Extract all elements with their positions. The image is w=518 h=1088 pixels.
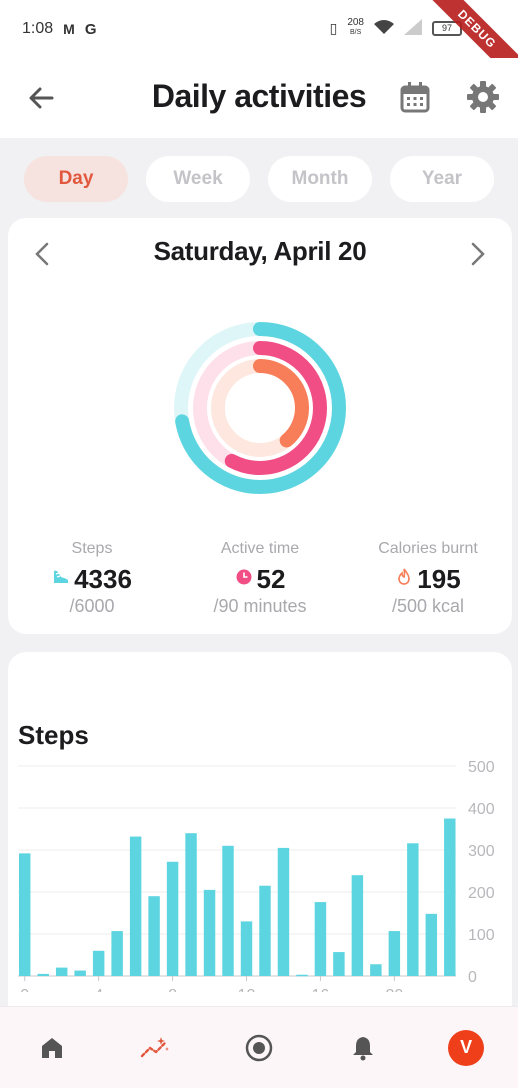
stat-active-time: Active time 52 /90 minutes: [176, 540, 344, 617]
calendar-icon[interactable]: [398, 80, 432, 114]
chevron-right-icon[interactable]: [464, 240, 490, 268]
page-title: Daily activities: [0, 78, 518, 115]
net-speed: 208 B/S: [347, 18, 364, 38]
bar[interactable]: [185, 833, 197, 976]
avatar: V: [448, 1029, 485, 1066]
selected-date: Saturday, April 20: [153, 236, 367, 266]
vibrate-icon: ▯: [329, 19, 338, 36]
bar[interactable]: [425, 913, 438, 976]
y-tick-label: 100: [468, 927, 495, 944]
y-tick-label: 0: [468, 969, 477, 986]
bar[interactable]: [240, 921, 253, 976]
stats-row: Steps 4336 /6000 Active time 52 /90 minu…: [8, 540, 512, 617]
tab-day[interactable]: Day: [24, 156, 128, 202]
bar[interactable]: [259, 885, 271, 976]
net-speed-unit: B/S: [350, 29, 362, 36]
period-tabs: Day Week Month Year: [24, 156, 494, 202]
bar[interactable]: [407, 843, 419, 976]
bottom-nav: V: [0, 1006, 518, 1088]
status-bar: 1:08 M G ▯ 208 B/S 97 DEBUG: [0, 0, 518, 90]
bar[interactable]: [129, 836, 142, 976]
status-time: 1:08: [22, 20, 54, 37]
bar[interactable]: [111, 931, 123, 976]
bar[interactable]: [277, 847, 290, 976]
x-tick-label: 12: [238, 987, 256, 992]
stat-value: 52: [256, 563, 286, 594]
bar[interactable]: [19, 853, 31, 976]
bar[interactable]: [296, 974, 308, 977]
summary-card: Saturday, April 20 Steps 4336 /6000 Acti…: [8, 218, 512, 634]
tab-year[interactable]: Year: [390, 156, 494, 202]
bar[interactable]: [444, 818, 456, 977]
stat-goal: /90 minutes: [213, 596, 307, 616]
stat-label: Calories burnt: [378, 540, 478, 557]
stat-value: 4336: [74, 563, 132, 594]
bar[interactable]: [314, 902, 327, 976]
gmail-icon: M: [63, 21, 75, 37]
x-tick-label: 8: [168, 987, 177, 992]
bar[interactable]: [55, 967, 68, 976]
bar[interactable]: [351, 875, 364, 976]
bar[interactable]: [74, 970, 86, 976]
x-tick-label: 16: [312, 987, 330, 992]
stat-label: Active time: [220, 540, 300, 557]
bar[interactable]: [222, 845, 234, 976]
bar[interactable]: [166, 861, 179, 976]
activity-icon[interactable]: [130, 1023, 180, 1073]
bar[interactable]: [203, 889, 216, 976]
shoe-icon: [52, 568, 70, 591]
page-title-text: Daily activities: [151, 78, 367, 114]
stat-value: 195: [417, 563, 461, 594]
stat-label: Steps: [71, 540, 113, 557]
bar[interactable]: [92, 950, 105, 976]
app-header: Daily activities: [0, 58, 518, 138]
tab-week[interactable]: Week: [146, 156, 250, 202]
clock-icon: [235, 568, 253, 591]
stat-goal: /6000: [69, 596, 115, 616]
profile-button[interactable]: V: [441, 1023, 491, 1073]
x-tick-label: 0: [20, 987, 29, 992]
bar[interactable]: [370, 964, 382, 976]
x-tick-label: 4: [94, 987, 103, 992]
bar[interactable]: [37, 973, 49, 976]
record-icon[interactable]: [234, 1023, 284, 1073]
y-tick-label: 200: [468, 885, 495, 902]
bell-icon[interactable]: [338, 1023, 388, 1073]
stat-steps: Steps 4336 /6000: [8, 540, 176, 617]
y-tick-label: 400: [468, 801, 495, 818]
gear-icon[interactable]: [466, 80, 500, 114]
flame-icon: [395, 567, 413, 591]
date-selector: Saturday, April 20: [8, 234, 512, 274]
bar[interactable]: [333, 952, 345, 976]
activity-rings: [174, 322, 346, 494]
tab-month[interactable]: Month: [268, 156, 372, 202]
wifi-icon: [374, 19, 394, 38]
google-icon: G: [84, 20, 97, 38]
net-speed-value: 208: [347, 17, 364, 28]
signal-icon: [404, 18, 422, 38]
chart-title: Steps: [18, 720, 89, 750]
x-tick-label: 20: [385, 987, 403, 992]
y-tick-label: 300: [468, 843, 495, 860]
home-icon[interactable]: [27, 1023, 77, 1073]
bar[interactable]: [148, 896, 160, 976]
stat-calories: Calories burnt 195 /500 kcal: [344, 540, 512, 617]
bar[interactable]: [388, 931, 401, 976]
stat-goal: /500 kcal: [391, 596, 465, 616]
steps-bar-chart: 0 100 200 300 400 500 0 4 8 12 16 20: [18, 759, 495, 992]
y-tick-label: 500: [468, 759, 495, 776]
